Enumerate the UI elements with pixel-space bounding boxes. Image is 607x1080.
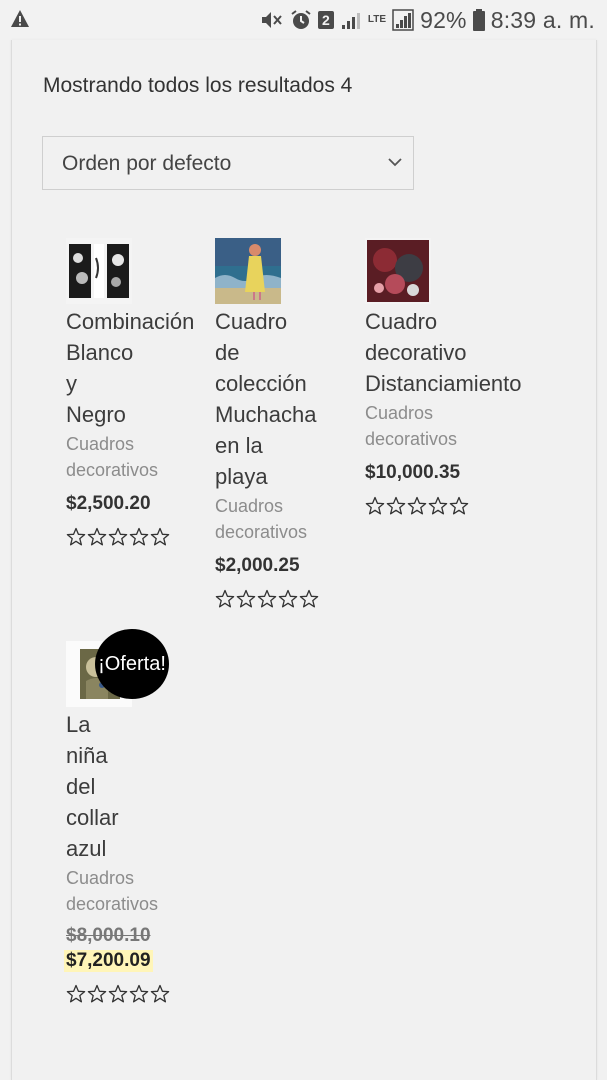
battery-percent: 92% — [420, 6, 467, 33]
category-line: Cuadros — [66, 434, 135, 454]
product-category: Cuadros decorativos — [215, 493, 365, 545]
product-price: $10,000.35 — [365, 462, 461, 483]
star-icon — [150, 984, 170, 1003]
star-icon — [215, 589, 235, 608]
product-price: $2,000.25 — [215, 555, 300, 576]
star-icon — [257, 589, 277, 608]
product-thumbnail[interactable] — [365, 238, 431, 304]
title-line: de — [215, 340, 240, 365]
signal-icon — [341, 13, 360, 29]
star-icon — [236, 589, 256, 608]
star-icon — [449, 496, 469, 515]
title-line: azul — [66, 836, 107, 861]
title-line: playa — [215, 464, 268, 489]
star-icon — [428, 496, 448, 515]
product-category: Cuadros decorativos — [365, 400, 565, 452]
title-line: Combinación — [66, 309, 195, 334]
star-icon — [386, 496, 406, 515]
star-icon — [66, 984, 86, 1003]
category-line: decorativos — [66, 460, 159, 480]
product-card[interactable]: Cuadro decorativo Distanciamiento Cuadro… — [365, 238, 565, 516]
regular-price: $8,000.10 — [66, 925, 151, 946]
product-title[interactable]: Cuadro decorativo Distanciamiento — [365, 306, 565, 399]
star-icon — [108, 527, 128, 546]
title-line: Blanco — [66, 340, 134, 365]
sale-badge: ¡Oferta! — [95, 629, 169, 699]
sim-2-icon: 2 — [317, 11, 334, 29]
results-count: Mostrando todos los resultados 4 — [43, 74, 353, 97]
category-line: decorativos — [66, 894, 159, 914]
orderby-select[interactable]: Orden por defecto — [42, 136, 414, 190]
product-title[interactable]: Combinación Blanco y Negro — [66, 306, 216, 430]
product-category: Cuadros decorativos — [66, 865, 216, 917]
star-icon — [129, 527, 149, 546]
title-line: en la — [215, 433, 263, 458]
product-title[interactable]: La niña del collar azul — [66, 709, 216, 864]
category-line: Cuadros — [365, 403, 434, 423]
title-line: niña — [66, 743, 108, 768]
category-line: Cuadros — [215, 496, 284, 516]
star-rating — [66, 984, 216, 1004]
title-line: Muchacha — [215, 402, 317, 427]
sale-price: $7,200.09 — [64, 950, 153, 972]
product-title[interactable]: Cuadro de colección Muchacha en la playa — [215, 306, 365, 492]
star-icon — [278, 589, 298, 608]
title-line: Cuadro — [215, 309, 288, 334]
star-icon — [299, 589, 319, 608]
title-line: Distanciamiento — [365, 371, 522, 396]
signal-icon — [392, 9, 414, 31]
product-card[interactable]: Cuadro de colección Muchacha en la playa… — [215, 238, 365, 609]
mute-vibrate-icon — [261, 12, 282, 28]
star-icon — [108, 984, 128, 1003]
category-line: decorativos — [215, 522, 308, 542]
star-rating — [365, 496, 565, 516]
chevron-down-icon — [388, 158, 402, 167]
title-line: del — [66, 774, 96, 799]
title-line: y — [66, 371, 77, 396]
product-thumbnail[interactable] — [215, 238, 281, 304]
star-icon — [87, 984, 107, 1003]
star-icon — [407, 496, 427, 515]
warning-icon — [11, 10, 29, 27]
alarm-icon — [291, 10, 311, 29]
category-line: decorativos — [365, 429, 458, 449]
star-icon — [129, 984, 149, 1003]
clock: 8:39 a. m. — [490, 6, 595, 33]
orderby-selected-value: Orden por defecto — [62, 152, 232, 175]
product-card[interactable]: Combinación Blanco y Negro Cuadros decor… — [66, 238, 216, 547]
star-rating — [66, 527, 216, 547]
battery-icon — [472, 9, 485, 31]
product-category: Cuadros decorativos — [66, 431, 216, 483]
title-line: collar — [66, 805, 119, 830]
title-line: colección — [215, 371, 307, 396]
status-bar: 2 LTE 92% 8:39 a. m. — [0, 0, 607, 40]
star-icon — [87, 527, 107, 546]
title-line: Cuadro — [365, 309, 438, 334]
star-icon — [150, 527, 170, 546]
star-rating — [215, 589, 365, 609]
star-icon — [66, 527, 86, 546]
product-price: $2,500.20 — [66, 493, 151, 514]
title-line: Negro — [66, 402, 126, 427]
category-line: Cuadros — [66, 868, 135, 888]
star-icon — [365, 496, 385, 515]
title-line: La — [66, 712, 91, 737]
product-thumbnail[interactable] — [66, 238, 132, 304]
title-line: decorativo — [365, 340, 467, 365]
lte-icon: LTE — [367, 14, 387, 25]
